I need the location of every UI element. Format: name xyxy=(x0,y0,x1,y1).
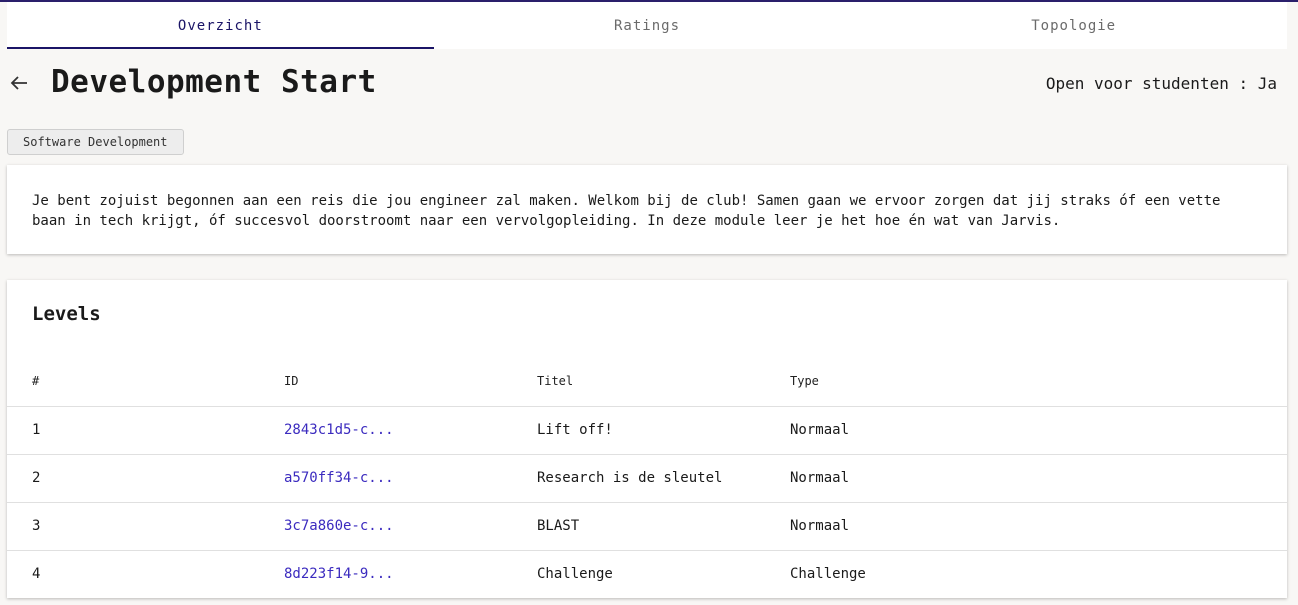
level-number: 3 xyxy=(7,501,284,550)
tab-ratings[interactable]: Ratings xyxy=(434,2,861,49)
level-id-link[interactable]: a570ff34-c... xyxy=(284,453,537,502)
description-card: Je bent zojuist begonnen aan een reis di… xyxy=(7,165,1287,254)
arrow-left-icon[interactable] xyxy=(8,72,30,94)
level-number: 4 xyxy=(7,549,284,598)
level-number: 1 xyxy=(7,405,284,454)
category-tag: Software Development xyxy=(7,129,184,155)
tab-overzicht[interactable]: Overzicht xyxy=(7,2,434,49)
tab-bar: Overzicht Ratings Topologie xyxy=(7,2,1287,49)
level-id-link[interactable]: 2843c1d5-c... xyxy=(284,405,537,454)
level-title: Research is de sleutel xyxy=(537,453,790,502)
level-title: BLAST xyxy=(537,501,790,550)
table-row[interactable]: 1 2843c1d5-c... Lift off! Normaal xyxy=(7,405,1287,454)
level-type: Normaal xyxy=(790,453,1287,502)
level-type: Challenge xyxy=(790,549,1287,598)
table-row[interactable]: 3 3c7a860e-c... BLAST Normaal xyxy=(7,501,1287,550)
open-status: Open voor studenten : Ja xyxy=(1045,74,1277,93)
page-title: Development Start xyxy=(51,64,377,100)
level-title: Challenge xyxy=(537,549,790,598)
levels-heading: Levels xyxy=(32,303,101,325)
column-header-id: ID xyxy=(284,373,299,388)
level-type: Normaal xyxy=(790,405,1287,454)
level-id-link[interactable]: 3c7a860e-c... xyxy=(284,501,537,550)
column-header-title: Titel xyxy=(537,373,574,388)
column-header-type: Type xyxy=(790,373,819,388)
tab-topologie[interactable]: Topologie xyxy=(860,2,1287,49)
table-header-row: # ID Titel Type xyxy=(7,356,1287,406)
levels-table: # ID Titel Type 1 2843c1d5-c... Lift off… xyxy=(7,356,1287,598)
levels-card: Levels # ID Titel Type 1 2843c1d5-c... L… xyxy=(7,280,1287,598)
level-id-link[interactable]: 8d223f14-9... xyxy=(284,549,537,598)
level-type: Normaal xyxy=(790,501,1287,550)
description-text: Je bent zojuist begonnen aan een reis di… xyxy=(32,193,1221,229)
table-row[interactable]: 2 a570ff34-c... Research is de sleutel N… xyxy=(7,453,1287,502)
column-header-number: # xyxy=(32,373,40,388)
level-title: Lift off! xyxy=(537,405,790,454)
table-row[interactable]: 4 8d223f14-9... Challenge Challenge xyxy=(7,549,1287,598)
level-number: 2 xyxy=(7,453,284,502)
